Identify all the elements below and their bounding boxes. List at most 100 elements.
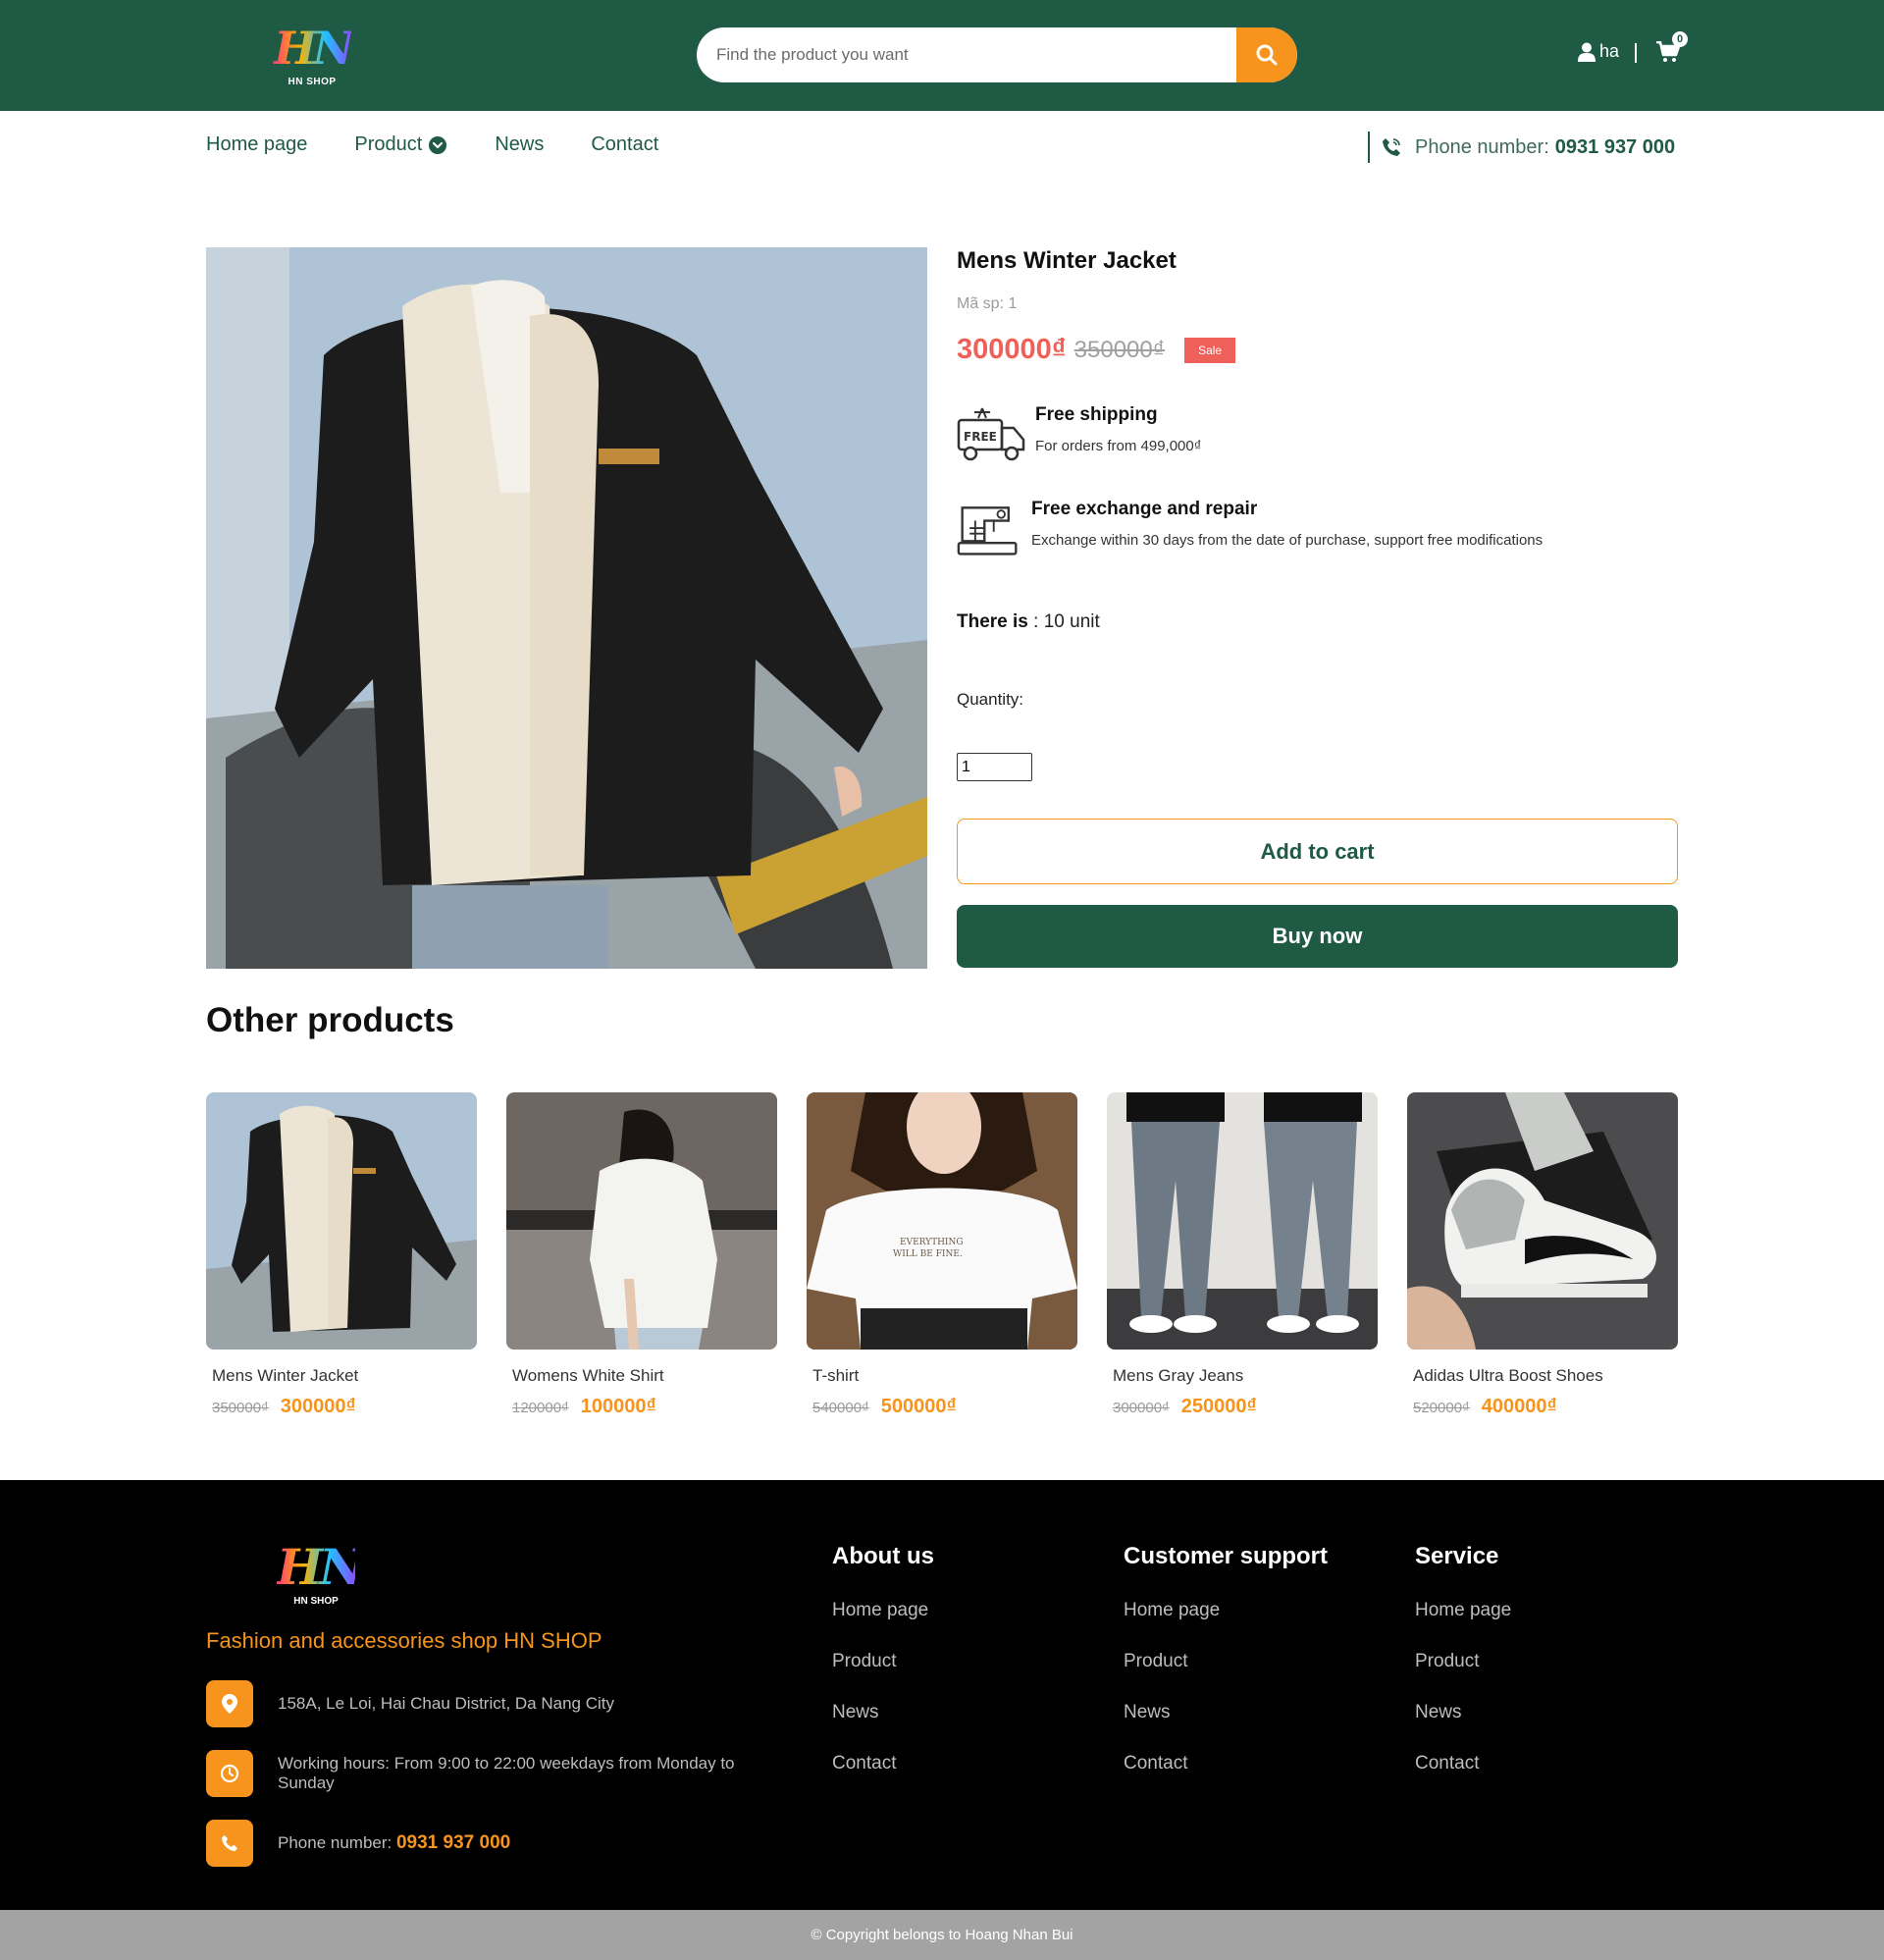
product-sku: Mã sp: 1 — [957, 295, 1018, 312]
product-card-image[interactable] — [206, 1092, 477, 1350]
footer-tagline: Fashion and accessories shop HN SHOP — [206, 1628, 602, 1653]
user-name: ha — [1599, 41, 1620, 61]
footer-phone-number[interactable]: 0931 937 000 — [396, 1832, 510, 1853]
other-products-list: Mens Winter Jacket 350000₫ 300000₫ Women… — [206, 1092, 1678, 1418]
footer-col-title: Service — [1415, 1543, 1499, 1569]
product-card-price: 100000₫ — [580, 1396, 656, 1417]
footer-link[interactable]: Contact — [1124, 1753, 1328, 1775]
footer-col-service: Service Home page Product News Contact — [1415, 1543, 1511, 1775]
footer-address: 158A, Le Loi, Hai Chau District, Da Nang… — [206, 1680, 768, 1727]
product-main-image[interactable] — [206, 247, 927, 969]
logo-mark: HN — [274, 22, 354, 75]
product-price: 300000₫ 350000₫ Sale — [957, 334, 1236, 366]
footer-hours-text: Working hours: From 9:00 to 22:00 weekda… — [278, 1754, 735, 1792]
nav-contact[interactable]: Contact — [591, 133, 658, 156]
product-card[interactable]: Adidas Ultra Boost Shoes 520000₫ 400000₫ — [1407, 1092, 1678, 1418]
nav-product-label: Product — [354, 133, 423, 155]
footer-link[interactable]: News — [1124, 1702, 1328, 1723]
footer-link[interactable]: Home page — [1124, 1600, 1328, 1621]
quantity-label: Quantity: — [957, 690, 1024, 709]
feature-title: Free shipping — [1035, 404, 1158, 425]
clock-icon — [206, 1750, 253, 1797]
product-card-old-price: 540000₫ — [812, 1400, 869, 1416]
nav-news-label: News — [495, 133, 545, 155]
product-card[interactable]: EVERYTHING WILL BE FINE. T-shirt 540000₫… — [807, 1092, 1077, 1418]
svg-text:EVERYTHING: EVERYTHING — [900, 1238, 964, 1247]
footer-link[interactable]: Product — [1124, 1651, 1328, 1672]
product-card-name[interactable]: Adidas Ultra Boost Shoes — [1413, 1366, 1678, 1386]
phone-icon — [206, 1820, 253, 1867]
stock-value: : 10 unit — [1033, 611, 1100, 632]
product-card-old-price: 300000₫ — [1113, 1400, 1170, 1416]
copyright-bar: © Copyright belongs to Hoang Nhan Bui — [0, 1910, 1884, 1960]
footer-phone[interactable]: Phone number: 0931 937 000 — [206, 1820, 768, 1867]
header-phone-number: 0931 937 000 — [1554, 135, 1676, 158]
feature-desc: Exchange within 30 days from the date of… — [1031, 532, 1544, 549]
free-shipping-icon: FREE — [957, 407, 1025, 461]
stock-info: There is : 10 unit — [957, 611, 1100, 633]
footer-hours: Working hours: From 9:00 to 22:00 weekda… — [206, 1750, 768, 1797]
sale-badge: Sale — [1184, 337, 1236, 363]
product-card-image[interactable]: EVERYTHING WILL BE FINE. — [807, 1092, 1077, 1350]
svg-text:FREE: FREE — [964, 430, 997, 444]
shop-logo[interactable]: HN HN SHOP — [273, 22, 354, 90]
product-card-name[interactable]: Mens Gray Jeans — [1113, 1366, 1378, 1386]
stock-label: There is — [957, 611, 1028, 632]
product-card[interactable]: Mens Winter Jacket 350000₫ 300000₫ — [206, 1092, 477, 1418]
product-card-old-price: 520000₫ — [1413, 1400, 1470, 1416]
footer-link[interactable]: News — [832, 1702, 934, 1723]
product-card-old-price: 120000₫ — [512, 1400, 569, 1416]
header-phone[interactable]: Phone number: 0931 937 000 — [1368, 132, 1675, 163]
footer-link[interactable]: Product — [832, 1651, 934, 1672]
product-card-price: 500000₫ — [880, 1396, 957, 1417]
user-icon — [1578, 42, 1596, 62]
footer-link[interactable]: Contact — [832, 1753, 934, 1775]
footer-link[interactable]: Home page — [1415, 1600, 1511, 1621]
chevron-down-icon — [429, 135, 447, 154]
footer-col-title: About us — [832, 1543, 934, 1569]
quantity-input[interactable] — [957, 753, 1032, 781]
product-card-name[interactable]: Mens Winter Jacket — [212, 1366, 477, 1386]
footer-col-title: Customer support — [1124, 1543, 1329, 1569]
footer-logo-subtitle: HN SHOP — [293, 1596, 339, 1607]
nav-home[interactable]: Home page — [206, 133, 307, 156]
other-products-heading: Other products — [206, 1001, 454, 1039]
product-card-image[interactable] — [1407, 1092, 1678, 1350]
product-card-price: 300000₫ — [280, 1396, 356, 1417]
product-card-old-price: 350000₫ — [212, 1400, 269, 1416]
add-to-cart-button[interactable]: Add to cart — [957, 819, 1678, 884]
location-icon — [206, 1680, 253, 1727]
footer-link[interactable]: Contact — [1415, 1753, 1511, 1775]
product-card-name[interactable]: T-shirt — [812, 1366, 1077, 1386]
buy-now-button[interactable]: Buy now — [957, 905, 1678, 968]
product-card-price: 400000₫ — [1481, 1396, 1557, 1417]
search-input[interactable] — [697, 27, 1236, 82]
cart-count-badge: 0 — [1672, 31, 1688, 47]
nav-news[interactable]: News — [495, 133, 544, 156]
footer-link[interactable]: Product — [1415, 1651, 1511, 1672]
product-card[interactable]: Womens White Shirt 120000₫ 100000₫ — [506, 1092, 777, 1418]
cart-button[interactable]: 0 — [1656, 31, 1688, 67]
search-icon — [1256, 44, 1278, 66]
footer-col-about: About us Home page Product News Contact — [832, 1543, 934, 1775]
nav-home-label: Home page — [206, 133, 308, 155]
price-original: 350000₫ — [1073, 336, 1166, 363]
feature-title: Free exchange and repair — [1031, 499, 1258, 519]
main-nav: Home page Product News Contact — [206, 133, 706, 156]
product-card[interactable]: Mens Gray Jeans 300000₫ 250000₫ — [1107, 1092, 1378, 1418]
search-button[interactable] — [1236, 27, 1297, 82]
product-card-name[interactable]: Womens White Shirt — [512, 1366, 777, 1386]
product-title: Mens Winter Jacket — [957, 247, 1177, 274]
user-account[interactable]: ha — [1578, 41, 1619, 62]
sewing-machine-icon — [957, 506, 1018, 556]
footer-link[interactable]: News — [1415, 1702, 1511, 1723]
svg-text:WILL BE FINE.: WILL BE FINE. — [893, 1249, 963, 1259]
footer-logo[interactable]: HN HN SHOP — [277, 1541, 364, 1623]
feature-desc: For orders from 499,000₫ — [1035, 438, 1202, 454]
product-card-image[interactable] — [506, 1092, 777, 1350]
footer-link[interactable]: Home page — [832, 1600, 934, 1621]
feature-free-shipping: FREE Free shipping For orders from 499,0… — [957, 404, 1201, 465]
product-card-image[interactable] — [1107, 1092, 1378, 1350]
nav-product[interactable]: Product — [354, 133, 447, 156]
header-divider — [1635, 43, 1637, 63]
